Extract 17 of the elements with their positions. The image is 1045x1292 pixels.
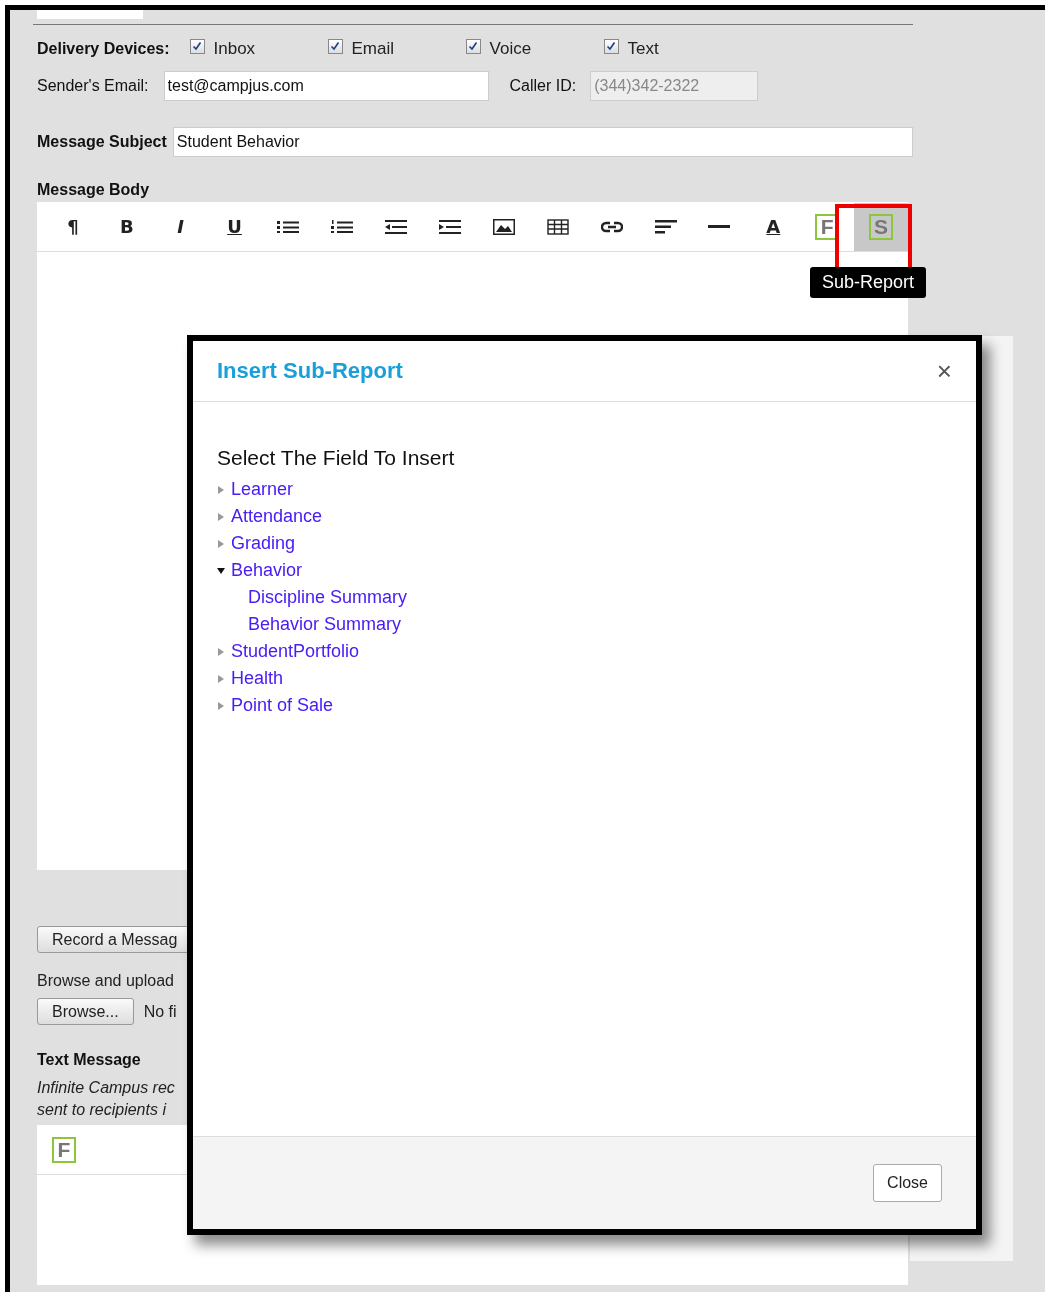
- section-title: Text Message: [37, 1051, 142, 1069]
- checkbox-label: Text: [627, 39, 659, 59]
- prompt-text: Select The Field To Insert: [217, 446, 456, 470]
- note-text: sent to recipients i: [37, 1100, 168, 1120]
- checkbox-label: Inbox: [213, 39, 256, 59]
- file-status: No fi: [143, 1002, 177, 1021]
- tooltip: Sub-Report: [810, 267, 927, 298]
- checkbox-label: Voice: [489, 39, 532, 59]
- field-label: Delivery Devices:: [37, 40, 170, 58]
- note-text: Infinite Campus rec: [37, 1078, 176, 1098]
- dialog-title: Insert Sub-Report: [217, 358, 403, 384]
- field-label: Message Subject: [37, 133, 167, 151]
- checkbox-label: Email: [351, 39, 395, 59]
- field-label: Message Body: [37, 181, 151, 199]
- field-label: Caller ID:: [509, 77, 577, 95]
- field-label: Sender's Email:: [37, 77, 149, 95]
- upload-label: Browse and upload: [37, 972, 175, 990]
